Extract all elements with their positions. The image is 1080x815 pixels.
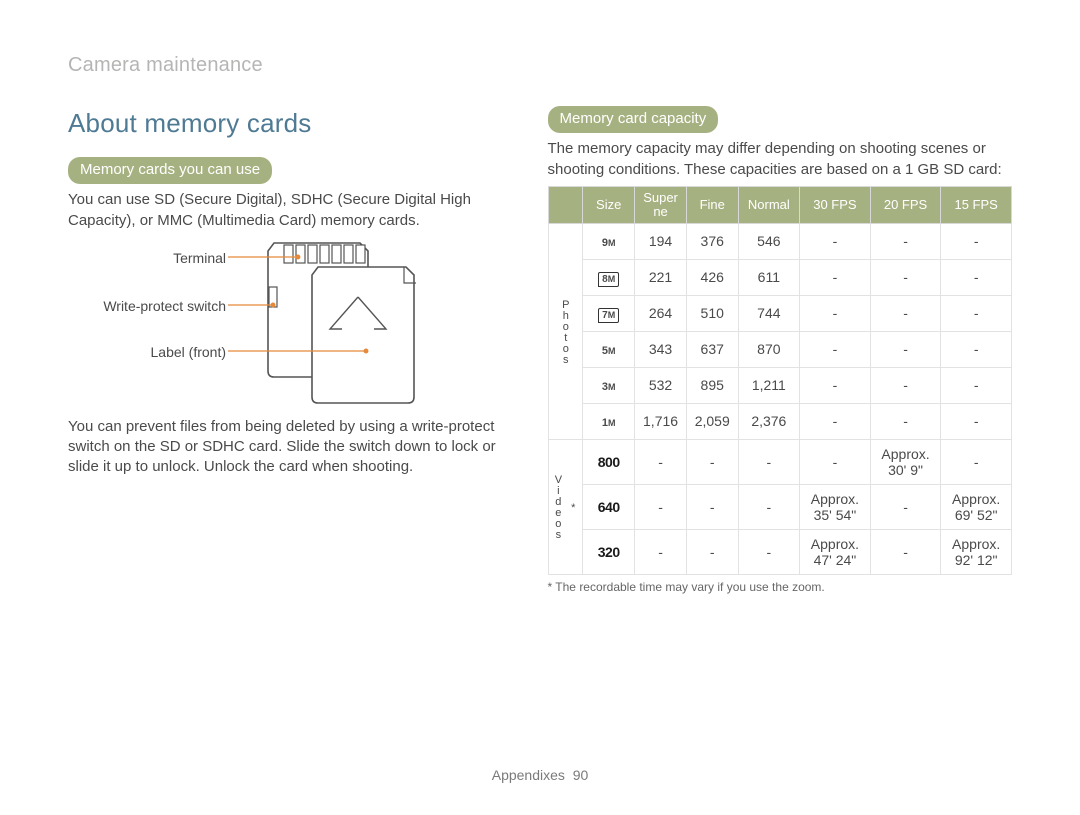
size-icon: 1M <box>583 404 635 440</box>
capacity-cell: - <box>870 332 941 368</box>
capacity-cell: 611 <box>738 260 800 296</box>
capacity-cell: - <box>870 296 941 332</box>
video-size: 800 <box>583 439 635 484</box>
memory-cards-intro: You can use SD (Secure Digital), SDHC (S… <box>68 190 502 231</box>
capacity-footnote: * The recordable time may vary if you us… <box>548 579 1012 595</box>
capacity-intro: The memory capacity may differ depending… <box>548 139 1012 180</box>
table-header: Normal <box>738 186 800 224</box>
capacity-cell: 1,716 <box>635 404 687 440</box>
video-size: 320 <box>583 530 635 575</box>
table-header: Fine <box>686 186 738 224</box>
label-front: Label (front) <box>151 343 226 362</box>
page-title: About memory cards <box>68 106 502 141</box>
capacity-cell: 744 <box>738 296 800 332</box>
capacity-table: SizeSuper neFineNormal30 FPS20 FPS15 FPS… <box>548 186 1012 576</box>
capacity-cell: - <box>635 485 687 530</box>
left-column: About memory cards Memory cards you can … <box>68 106 502 596</box>
group-label-photos: Photos <box>548 224 583 440</box>
capacity-cell: Approx. 35' 54" <box>800 485 871 530</box>
capacity-cell: - <box>738 439 800 484</box>
capacity-cell: 264 <box>635 296 687 332</box>
label-terminal: Terminal <box>173 249 226 268</box>
capacity-cell: - <box>941 260 1012 296</box>
capacity-cell: - <box>635 439 687 484</box>
size-icon: 8M <box>583 260 635 296</box>
capacity-cell: 1,211 <box>738 368 800 404</box>
capacity-cell: 870 <box>738 332 800 368</box>
footer-section: Appendixes <box>492 767 565 783</box>
capacity-cell: 895 <box>686 368 738 404</box>
capacity-cell: Approx. 30' 9" <box>870 439 941 484</box>
table-header: Super ne <box>635 186 687 224</box>
capacity-cell: 194 <box>635 224 687 260</box>
video-size: 640 <box>583 485 635 530</box>
capacity-cell: - <box>941 439 1012 484</box>
capacity-cell: - <box>800 260 871 296</box>
capacity-cell: 2,376 <box>738 404 800 440</box>
capacity-cell: - <box>941 404 1012 440</box>
sd-card-diagram: Terminal Write-protect switch Label (fro… <box>68 237 502 407</box>
section-pill-capacity: Memory card capacity <box>548 106 719 133</box>
capacity-cell: - <box>635 530 687 575</box>
capacity-cell: - <box>738 485 800 530</box>
capacity-cell: - <box>941 368 1012 404</box>
capacity-cell: 637 <box>686 332 738 368</box>
page-footer: Appendixes 90 <box>0 766 1080 785</box>
capacity-cell: - <box>870 224 941 260</box>
capacity-cell: Approx. 92' 12" <box>941 530 1012 575</box>
capacity-cell: - <box>686 485 738 530</box>
write-protect-text: You can prevent files from being deleted… <box>68 417 502 478</box>
right-column: Memory card capacity The memory capacity… <box>548 106 1012 596</box>
capacity-cell: - <box>870 260 941 296</box>
capacity-cell: - <box>800 332 871 368</box>
footer-page-number: 90 <box>573 767 589 783</box>
table-header: Size <box>583 186 635 224</box>
capacity-cell: 532 <box>635 368 687 404</box>
capacity-cell: - <box>738 530 800 575</box>
capacity-cell: - <box>686 439 738 484</box>
capacity-cell: - <box>686 530 738 575</box>
capacity-cell: - <box>800 368 871 404</box>
capacity-cell: 546 <box>738 224 800 260</box>
size-icon: 9M <box>583 224 635 260</box>
capacity-cell: Approx. 69' 52" <box>941 485 1012 530</box>
capacity-cell: Approx. 47' 24" <box>800 530 871 575</box>
table-corner <box>548 186 583 224</box>
table-header: 30 FPS <box>800 186 871 224</box>
capacity-cell: 376 <box>686 224 738 260</box>
size-icon: 3M <box>583 368 635 404</box>
capacity-cell: - <box>800 224 871 260</box>
capacity-cell: 2,059 <box>686 404 738 440</box>
capacity-cell: - <box>800 296 871 332</box>
capacity-cell: - <box>870 404 941 440</box>
table-header: 15 FPS <box>941 186 1012 224</box>
capacity-cell: - <box>941 224 1012 260</box>
capacity-cell: - <box>800 404 871 440</box>
capacity-cell: - <box>941 296 1012 332</box>
capacity-cell: - <box>941 332 1012 368</box>
sd-card-illustration <box>228 237 468 405</box>
size-icon: 5M <box>583 332 635 368</box>
table-header: 20 FPS <box>870 186 941 224</box>
capacity-cell: 426 <box>686 260 738 296</box>
capacity-cell: - <box>870 530 941 575</box>
label-write-protect-switch: Write-protect switch <box>103 297 226 316</box>
capacity-cell: - <box>870 485 941 530</box>
breadcrumb: Camera maintenance <box>68 52 263 79</box>
capacity-cell: 343 <box>635 332 687 368</box>
capacity-cell: 221 <box>635 260 687 296</box>
section-pill-memory-cards: Memory cards you can use <box>68 157 272 184</box>
capacity-cell: - <box>870 368 941 404</box>
group-label-videos: * Videos <box>548 439 583 575</box>
capacity-cell: 510 <box>686 296 738 332</box>
size-icon: 7M <box>583 296 635 332</box>
capacity-cell: - <box>800 439 871 484</box>
